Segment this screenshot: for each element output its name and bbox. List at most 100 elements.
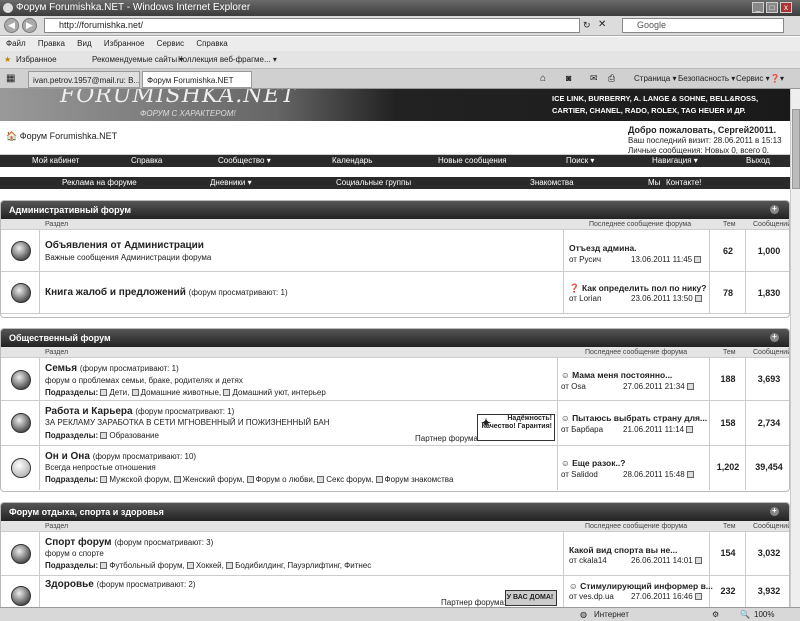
last-post-user[interactable]: от Lorian [569,294,601,303]
page-scrollbar[interactable] [790,89,800,607]
site-banner[interactable]: FORUMISHKA.NET ФОРУМ С ХАРАКТЕРОМ! ICE L… [0,89,790,121]
subforum-link[interactable]: Домашние животные, [141,388,222,397]
go-to-post-icon[interactable] [686,471,694,478]
go-to-post-icon[interactable] [694,256,702,263]
nav-my[interactable]: Мы [648,177,660,189]
partner-ad-banner[interactable]: У ВАС ДОМА! [505,590,557,606]
menu-file[interactable]: Файл [6,39,26,48]
subforum-link[interactable]: Секс форум, [326,475,373,484]
last-post-user[interactable]: от Osa [561,382,586,391]
close-button[interactable]: x [780,2,792,13]
print-icon[interactable]: ⎙ [608,73,615,84]
search-input[interactable]: Google [622,18,784,33]
nav-logout[interactable]: Выход [746,155,770,167]
last-post-user[interactable]: от ckala14 [569,556,607,565]
home-icon[interactable]: ⌂ [540,73,546,84]
section-header[interactable]: Административный форум + [1,201,789,219]
scrollbar-thumb[interactable] [792,109,800,189]
menu-help[interactable]: Справка [196,39,227,48]
zoom-icon[interactable]: 🔍 [740,608,750,621]
mail-icon[interactable]: ✉ [590,73,598,84]
nav-dating[interactable]: Знакомства [530,177,574,189]
subforum-link[interactable]: Женский форум, [183,475,245,484]
section-title[interactable]: Административный форум [9,205,131,215]
tools-menu[interactable]: Сервис ▾ [736,74,770,83]
subforum-link[interactable]: Хоккей, [196,561,224,570]
section-title[interactable]: Форум отдыха, спорта и здоровья [9,507,164,517]
section-header[interactable]: Общественный форум + [1,329,789,347]
collapse-icon[interactable]: + [770,205,779,214]
go-to-post-icon[interactable] [694,593,702,600]
stop-icon[interactable]: ✕ [598,19,606,30]
help-menu[interactable]: ❓▾ [770,74,784,83]
forum-title[interactable]: Книга жалоб и предложений [45,287,186,298]
forward-button[interactable]: ▶ [22,18,37,33]
go-to-post-icon[interactable] [694,295,702,302]
nav-community[interactable]: Сообщество ▾ [218,155,271,167]
nav-help[interactable]: Справка [131,155,162,167]
go-to-post-icon[interactable] [694,557,702,564]
forum-title[interactable]: Объявления от Администрации [45,240,204,251]
subforum-link[interactable]: Дети, [109,388,129,397]
collapse-icon[interactable]: + [770,507,779,516]
forum-title[interactable]: Семья [45,363,77,374]
subforum-link[interactable]: Футбольный форум, [109,561,184,570]
last-post-title[interactable]: Отъезд админа. [569,243,637,253]
section-header[interactable]: Форум отдыха, спорта и здоровья + [1,503,789,521]
collapse-icon[interactable]: + [770,333,779,342]
nav-new-posts[interactable]: Новые сообщения [438,155,507,167]
quick-tabs-icon[interactable]: ▦ [6,73,15,84]
menu-view[interactable]: Вид [77,39,91,48]
feeds-icon[interactable]: ◙ [566,73,571,83]
protected-mode-icon[interactable]: ⚙ [712,608,719,621]
tab-forum[interactable]: Форум Forumishka.NET [142,71,252,88]
forum-title[interactable]: Спорт форум [45,537,112,548]
subforum-link[interactable]: Домашний уют, интерьер [232,388,325,397]
subforum-link[interactable]: Образование [109,431,159,440]
fav-suggested-sites[interactable]: Рекомендуемые сайты ▾ [92,51,183,69]
forum-title[interactable]: Здоровье [45,579,94,590]
last-post-user[interactable]: от Барбара [561,425,603,434]
last-post-title[interactable]: Еще разок..? [572,458,625,468]
tab-mail[interactable]: ivan.petrov.1957@mail.ru: В... [28,71,140,88]
breadcrumb-forum-home[interactable]: Форум Forumishka.NET [20,131,117,141]
favorites-button[interactable]: Избранное [16,51,57,69]
zoom-level[interactable]: 100% [754,608,774,621]
last-post-title[interactable]: Как определить пол по нику? [582,283,706,293]
last-post-user[interactable]: от ves.dp.ua [569,592,614,601]
partner-ad-banner[interactable]: ✦ Надёжность! Качество! Гарантия! [477,414,555,441]
last-post-title[interactable]: Пытаюсь выбрать страну для... [572,413,707,423]
subforum-link[interactable]: Форум знакомства [385,475,454,484]
nav-vkontakte[interactable]: Контакте! [666,177,701,189]
menu-tools[interactable]: Сервис [157,39,184,48]
page-menu[interactable]: Страница ▾ [634,74,677,83]
last-post-title[interactable]: Какой вид спорта вы не... [569,545,677,555]
nav-social-groups[interactable]: Социальные группы [336,177,411,189]
fav-web-slices[interactable]: Коллекция веб-фрагме... ▾ [178,51,277,69]
nav-my-cabinet[interactable]: Мой кабинет [32,155,79,167]
last-post-user[interactable]: от Русич [569,255,601,264]
last-post-title[interactable]: Мама меня постоянно... [572,370,672,380]
nav-advertising[interactable]: Реклама на форуме [62,177,137,189]
last-post-user[interactable]: от Salidod [561,470,598,479]
menu-edit[interactable]: Правка [38,39,65,48]
nav-calendar[interactable]: Календарь [332,155,372,167]
refresh-icon[interactable]: ↻ [583,20,591,31]
forum-title[interactable]: Он и Она [45,451,90,462]
subforum-link[interactable]: Мужской форум, [109,475,171,484]
go-to-post-icon[interactable] [686,383,694,390]
forum-title[interactable]: Работа и Карьера [45,406,133,417]
go-to-post-icon[interactable] [686,426,694,433]
nav-navigation[interactable]: Навигация ▾ [652,155,698,167]
subforum-link[interactable]: Форум о любви, [256,475,315,484]
security-menu[interactable]: Безопасность ▾ [678,74,735,83]
section-title[interactable]: Общественный форум [9,333,111,343]
maximize-button[interactable]: □ [766,2,778,13]
menu-favorites[interactable]: Избранное [104,39,145,48]
last-post-title[interactable]: Стимулирующий информер в... [580,581,713,591]
back-button[interactable]: ◀ [4,18,19,33]
subforum-link[interactable]: Бодибилдинг, Пауэрлифтинг, Фитнес [235,561,371,570]
nav-search[interactable]: Поиск ▾ [566,155,594,167]
nav-diaries[interactable]: Дневники ▾ [210,177,252,189]
address-bar[interactable]: http://forumishka.net/ [44,18,580,33]
